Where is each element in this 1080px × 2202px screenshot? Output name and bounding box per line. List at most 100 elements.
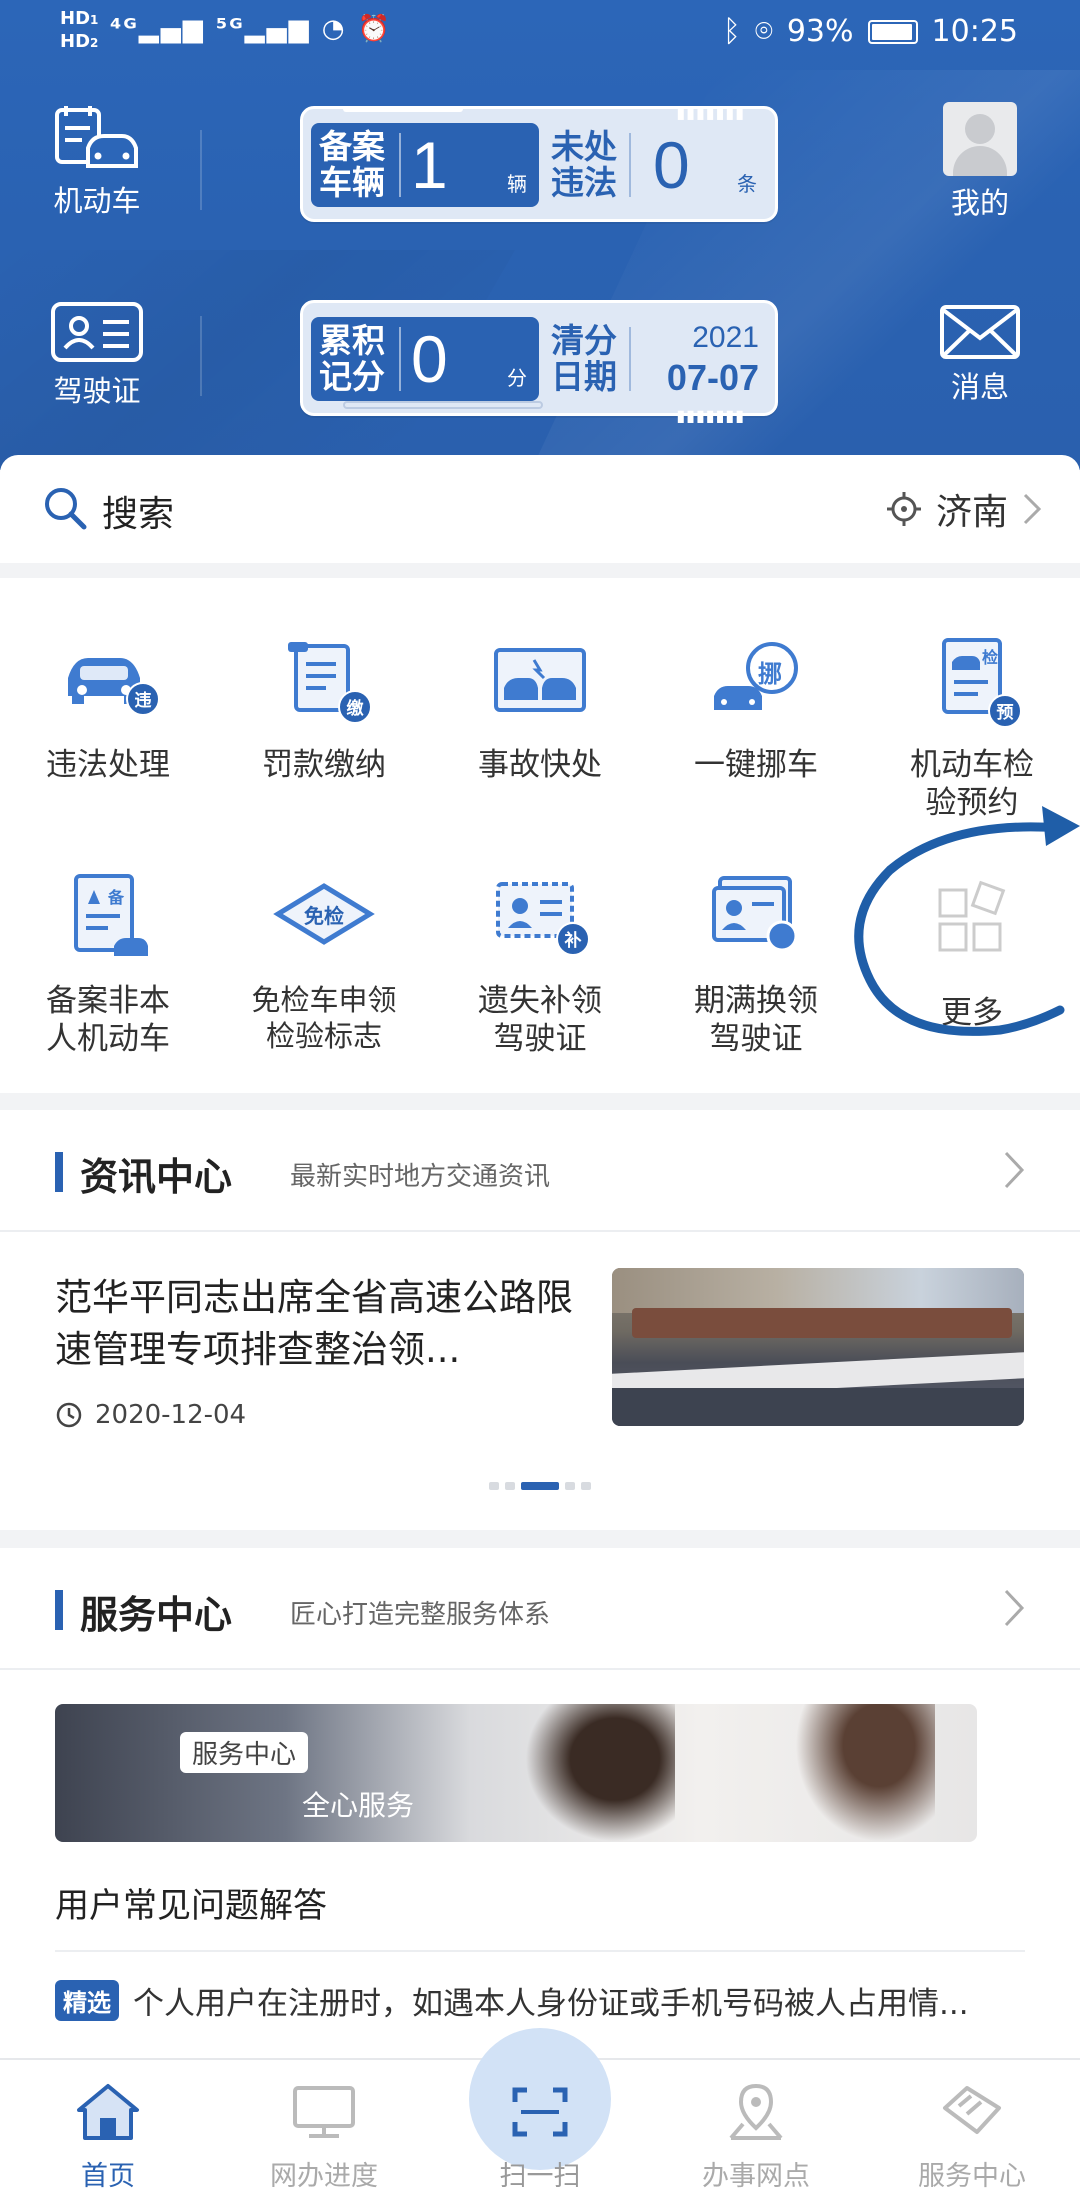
service-label: 免检车申领检验标志 <box>251 983 397 1053</box>
profile-label: 我的 <box>950 186 1009 220</box>
service-label: 备案非本人机动车 <box>46 983 170 1057</box>
service-violation[interactable]: 违 违法处理 <box>0 634 216 784</box>
vehicle-label: 机动车 <box>53 184 141 218</box>
license-label: 驾驶证 <box>53 374 141 408</box>
service-banner-tag: 服务中心 <box>180 1732 309 1773</box>
service-exempt-inspection[interactable]: 免检 免检车申领检验标志 <box>216 870 432 1054</box>
featured-badge: 精选 <box>55 1980 119 2021</box>
mail-icon <box>940 305 1020 359</box>
clear-date-title: 清分日期 <box>551 321 617 396</box>
nav-progress-label: 网办进度 <box>270 2161 378 2192</box>
license-renewal-icon <box>712 876 798 952</box>
vehicle-button[interactable]: 机动车 <box>22 104 172 220</box>
bottom-nav: 首页 网办进度 扫一扫 办事网点 服务中心 <box>0 2028 1080 2202</box>
info-center: 资讯中心 最新实时地方交通资讯 范华平同志出席全省高速公路限速管理专项排查整治领… <box>0 1110 1080 1530</box>
registered-vehicles-cell[interactable]: 备案车辆 1 辆 <box>311 123 539 207</box>
avatar <box>943 102 1017 176</box>
search-icon <box>45 488 87 530</box>
pending-violations-title: 未处违法 <box>551 127 617 202</box>
vehicle-icon <box>55 106 138 168</box>
service-banner[interactable]: 服务中心 全心服务 <box>55 1704 977 1842</box>
message-label: 消息 <box>950 370 1009 404</box>
license-button[interactable]: 驾驶证 <box>22 300 172 410</box>
service-icon <box>943 2086 1001 2134</box>
replace-badge: 补 <box>556 922 590 956</box>
info-center-header[interactable]: 资讯中心 最新实时地方交通资讯 <box>0 1110 1080 1232</box>
nav-home-label: 首页 <box>81 2161 135 2192</box>
vehicle-stats-card[interactable]: ▮▮▮▮▮▮▮ 备案车辆 1 辆 未处违法 0 条 <box>300 103 778 222</box>
points-unit: 分 <box>507 366 527 390</box>
chevron-right-icon <box>1004 1589 1025 1627</box>
inspection-top-badge: 检 <box>982 648 999 667</box>
news-card[interactable]: 范华平同志出席全省高速公路限速管理专项排查整治领... 2020-12-04 <box>0 1232 1080 1530</box>
clear-date-cell[interactable]: 清分日期 2021 07-07 <box>543 317 769 401</box>
registered-vehicles-title: 备案车辆 <box>319 127 385 202</box>
news-pager <box>0 1482 1080 1490</box>
move-car-icon <box>714 642 798 710</box>
bluetooth-icon: ᛒ <box>722 14 741 49</box>
faq-title[interactable]: 用户常见问题解答 <box>55 1878 327 1927</box>
service-move-car[interactable]: 挪 一键挪车 <box>648 634 864 784</box>
points-value: 0 <box>411 322 448 396</box>
id-card-icon <box>51 302 143 362</box>
points-cell[interactable]: 累积记分 0 分 <box>311 317 539 401</box>
status-bar: HD1 HD2 ⁴ᴳ▂▄▆ ⁵ᴳ▂▄▆ ◔ ⏰ ᛒ ⌾ 93% 10:25 <box>0 0 1080 64</box>
location-icon: ⌾ <box>754 14 773 49</box>
search-bar[interactable]: 搜索 济南 <box>0 455 1080 563</box>
info-center-title: 资讯中心 <box>80 1155 233 1199</box>
accident-icon <box>494 648 586 712</box>
violation-badge: 违 <box>126 682 160 716</box>
registered-vehicles-count: 1 <box>411 128 448 202</box>
service-center-subtitle: 匠心打造完整服务体系 <box>290 1600 551 1630</box>
battery-icon <box>867 19 918 44</box>
pending-violations-unit: 条 <box>737 172 757 196</box>
nav-progress[interactable]: 网办进度 <box>216 2060 432 2202</box>
license-stats-card[interactable]: 累积记分 0 分 清分日期 2021 07-07 ▮▮▮▮▮▮▮ <box>300 300 778 425</box>
service-label: 一键挪车 <box>694 747 818 783</box>
nav-service-center-label: 服务中心 <box>918 2161 1026 2192</box>
message-button[interactable]: 消息 <box>905 304 1055 406</box>
city-selector[interactable]: 济南 <box>886 483 1042 535</box>
clear-date-value: 07-07 <box>666 357 759 398</box>
clear-date-year: 2021 <box>692 321 759 354</box>
monitor-icon <box>293 2086 355 2138</box>
clock-icon <box>56 1402 82 1428</box>
nav-home[interactable]: 首页 <box>0 2060 216 2202</box>
register-top-badge: 备 <box>108 888 125 907</box>
profile-button[interactable]: 我的 <box>905 102 1055 222</box>
battery-percent: 93% <box>786 14 854 49</box>
pending-violations-cell[interactable]: 未处违法 0 条 <box>543 123 769 207</box>
service-center-title: 服务中心 <box>80 1593 233 1637</box>
service-label: 罚款缴纳 <box>262 747 386 783</box>
news-date-row: 2020-12-04 <box>55 1400 246 1430</box>
search-input[interactable]: 搜索 <box>102 485 174 537</box>
header: HD1 HD2 ⁴ᴳ▂▄▆ ⁵ᴳ▂▄▆ ◔ ⏰ ᛒ ⌾ 93% 10:25 机动… <box>0 0 1080 470</box>
service-label: 违法处理 <box>46 747 170 783</box>
service-inspection-booking[interactable]: 检 预 机动车检验预约 <box>864 634 1080 822</box>
service-label: 期满换领驾驶证 <box>694 983 818 1057</box>
news-title: 范华平同志出席全省高速公路限速管理专项排查整治领... <box>55 1276 573 1371</box>
news-date: 2020-12-04 <box>95 1400 247 1430</box>
service-center-header[interactable]: 服务中心 匠心打造完整服务体系 <box>0 1548 1080 1670</box>
faq-item[interactable]: 精选 个人用户在注册时，如遇本人身份证或手机号码被人占用情... <box>55 1978 1035 2023</box>
service-accident[interactable]: 事故快处 <box>432 634 648 784</box>
nav-service-center[interactable]: 服务中心 <box>864 2060 1080 2202</box>
chevron-right-icon <box>1004 1151 1025 1189</box>
service-label: 事故快处 <box>478 747 602 783</box>
chevron-right-icon <box>1023 493 1042 525</box>
service-register-others-vehicle[interactable]: 备 备案非本人机动车 <box>0 870 216 1058</box>
signal-indicators: HD1 HD2 ⁴ᴳ▂▄▆ ⁵ᴳ▂▄▆ ◔ ⏰ <box>60 8 392 52</box>
service-license-replacement[interactable]: 补 遗失补领驾驶证 <box>432 870 648 1058</box>
home-icon <box>77 2084 139 2140</box>
nav-service-points[interactable]: 办事网点 <box>648 2060 864 2202</box>
faq-item-text: 个人用户在注册时，如遇本人身份证或手机号码被人占用情... <box>133 1986 969 2022</box>
nav-scan[interactable]: 扫一扫 <box>432 2028 648 2202</box>
move-badge: 挪 <box>758 660 782 688</box>
info-center-subtitle: 最新实时地方交通资讯 <box>290 1162 551 1192</box>
clock: 10:25 <box>931 14 1018 49</box>
pending-violations-count: 0 <box>653 128 690 202</box>
status-right: ᛒ ⌾ 93% 10:25 <box>723 14 1018 49</box>
service-fine-payment[interactable]: 缴 罚款缴纳 <box>216 634 432 784</box>
exempt-badge: 免检 <box>304 904 344 928</box>
nav-scan-label: 扫一扫 <box>499 2161 581 2192</box>
